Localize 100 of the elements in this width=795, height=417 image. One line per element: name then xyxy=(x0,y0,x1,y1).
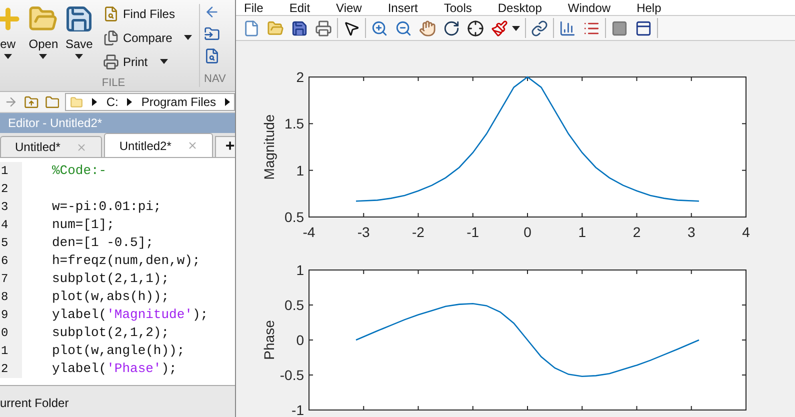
brush-icon xyxy=(491,20,508,36)
menu-item[interactable]: Insert xyxy=(388,0,418,14)
section-label: FILE xyxy=(102,76,126,90)
code-line: plot(w,abs(h)); xyxy=(52,288,170,306)
code-line: ylabel('Phase'); xyxy=(52,360,177,378)
y-tick-label: 1.5 xyxy=(284,116,304,132)
section-label: NAV xyxy=(204,72,227,87)
caret-icon xyxy=(39,54,48,59)
x-tick-label: 2 xyxy=(632,224,641,240)
crosshair-icon xyxy=(467,20,484,36)
line-number: 5 xyxy=(0,234,22,252)
close-icon[interactable] xyxy=(187,140,198,151)
open-button[interactable]: Open xyxy=(28,4,60,59)
y-tick-label: 1 xyxy=(296,162,304,178)
menu-item[interactable]: Tools xyxy=(444,0,472,14)
path-segment[interactable]: C: xyxy=(106,93,118,111)
new-button[interactable]: ew xyxy=(0,4,24,59)
x-tick-label: -1 xyxy=(466,224,480,240)
path-separator-icon xyxy=(127,98,132,106)
code-line: w=-pi:0.01:pi; xyxy=(52,198,162,216)
x-tick-label: -2 xyxy=(412,224,424,240)
y-axis-label: Phase xyxy=(261,320,277,360)
caret-icon xyxy=(75,54,84,59)
x-tick-label: 0 xyxy=(524,224,532,240)
line-number: 2 xyxy=(0,180,22,198)
x-tick-label: 1 xyxy=(578,224,586,240)
path-segment[interactable]: Program Files xyxy=(141,93,216,111)
code-line: den=[1 -0.5]; xyxy=(52,234,154,252)
zoom-out-icon xyxy=(395,20,412,36)
code-line: num=[1]; xyxy=(52,216,114,234)
menu-item[interactable]: File xyxy=(244,0,264,14)
line-number: 7 xyxy=(0,270,22,288)
y-axis-label: Magnitude xyxy=(261,114,277,180)
compare-button[interactable]: Compare xyxy=(102,28,195,47)
y-tick-label: 2 xyxy=(296,69,304,85)
code-line: subplot(2,1,2); xyxy=(52,324,170,342)
y-tick-label: 0.5 xyxy=(284,297,304,313)
folder-icon xyxy=(70,96,84,108)
link-icon xyxy=(531,20,548,36)
save-icon xyxy=(291,20,308,36)
x-tick-label: -3 xyxy=(357,224,370,240)
line-number: 1 xyxy=(0,162,22,180)
rotate-icon xyxy=(443,20,460,36)
code-line: subplot(2,1,1); xyxy=(52,270,170,288)
menu-item[interactable]: Edit xyxy=(289,0,310,14)
line-number: 3 xyxy=(0,198,22,216)
print-button[interactable]: Print xyxy=(102,52,195,71)
y-tick-label: -0.5 xyxy=(280,367,304,383)
print-icon xyxy=(102,54,119,70)
panel-title: urrent Folder xyxy=(0,395,69,412)
documents-icon xyxy=(102,30,119,46)
editor-tab[interactable]: Untitled2* xyxy=(104,133,214,157)
search-icon[interactable] xyxy=(204,48,220,64)
close-icon[interactable] xyxy=(76,142,88,152)
line-number: 1 xyxy=(0,342,22,360)
line-number: 2 xyxy=(0,360,22,378)
editor-title-bar: Editor - Untitled2* xyxy=(0,113,235,133)
address-field[interactable]: C: Program Files xyxy=(65,93,235,111)
print-icon xyxy=(315,20,332,36)
y-tick-label: -1 xyxy=(292,402,304,417)
pointer-icon xyxy=(343,20,360,36)
editor-tab[interactable]: Untitled* xyxy=(0,136,102,157)
caret-icon xyxy=(184,35,192,40)
caret-icon xyxy=(512,26,520,30)
new-tab-button[interactable]: + xyxy=(215,136,235,157)
folder-icon xyxy=(267,20,284,36)
line-number: 8 xyxy=(0,288,22,306)
menu-item[interactable]: Desktop xyxy=(498,0,542,14)
caret-icon xyxy=(4,54,12,59)
line-number: 6 xyxy=(0,252,22,270)
folder-up-icon[interactable] xyxy=(24,94,39,110)
x-tick-label: 3 xyxy=(687,224,696,240)
code-line: ylabel('Magnitude'); xyxy=(52,306,208,324)
path-separator-icon xyxy=(92,98,98,106)
new-file-icon xyxy=(243,20,260,36)
line-number: 0 xyxy=(0,324,22,342)
hand-icon xyxy=(419,20,436,36)
line-number: 9 xyxy=(0,306,22,324)
window-icon xyxy=(635,20,652,36)
code-line: plot(w,angle(h)); xyxy=(52,342,185,360)
x-tick-label: -4 xyxy=(302,224,316,240)
y-tick-label: 0 xyxy=(296,332,304,348)
find-button[interactable]: Find Files xyxy=(102,4,195,23)
y-tick-label: 0.5 xyxy=(284,209,304,225)
menu-item[interactable]: View xyxy=(336,0,362,14)
go-to-icon[interactable] xyxy=(204,26,220,42)
code-line: h=freqz(num,den,w); xyxy=(52,252,200,270)
line-number: 4 xyxy=(0,216,22,234)
path-separator-icon xyxy=(225,98,230,106)
forward-arrow-icon[interactable] xyxy=(4,95,18,109)
colorbar-icon xyxy=(559,20,576,36)
browse-folder-icon[interactable] xyxy=(44,94,60,110)
square-icon xyxy=(611,20,628,36)
y-tick-label: 1 xyxy=(296,262,304,278)
save-button[interactable]: Save xyxy=(63,4,95,59)
menu-item[interactable]: Help xyxy=(636,0,662,14)
code-line: %Code:- xyxy=(52,162,107,180)
x-tick-label: 4 xyxy=(742,224,750,240)
caret-icon xyxy=(160,59,168,64)
menu-item[interactable]: Window xyxy=(568,0,611,14)
